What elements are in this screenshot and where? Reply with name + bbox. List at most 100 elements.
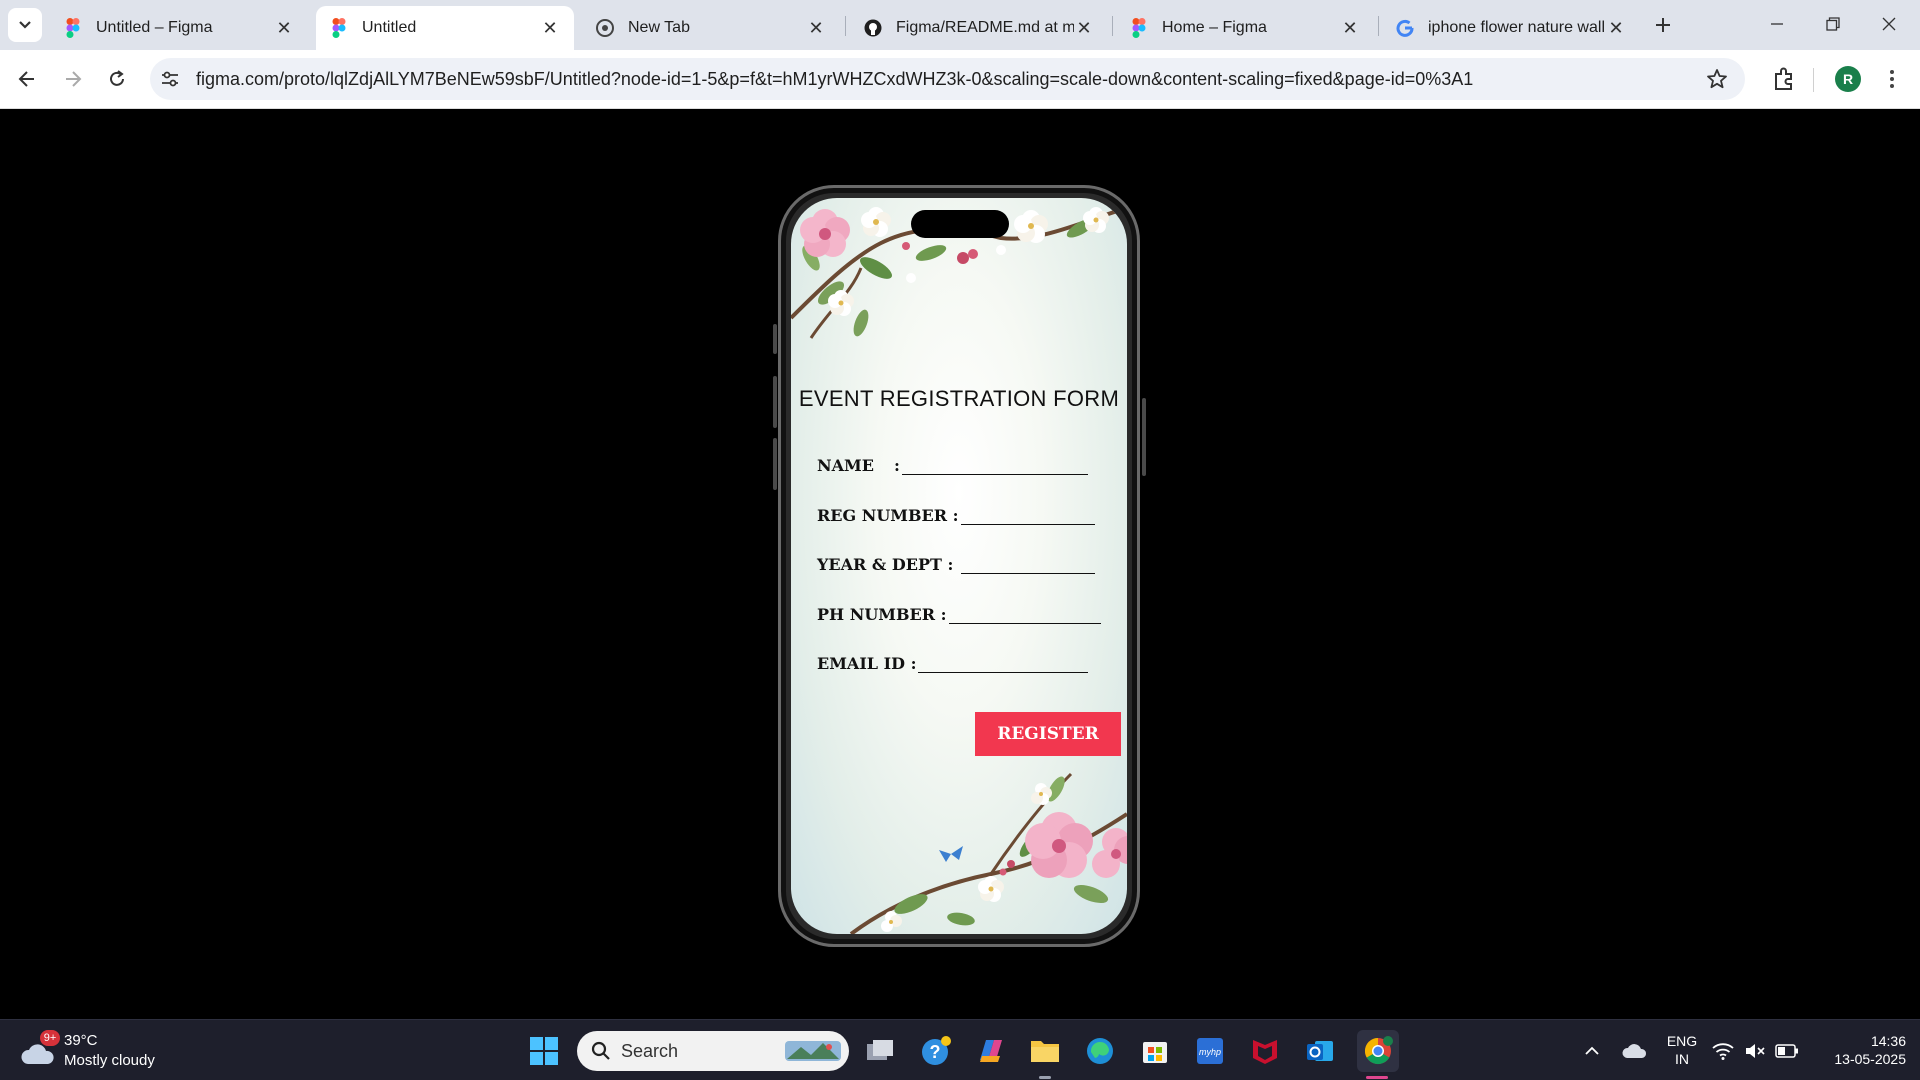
- tab-untitled[interactable]: Untitled ✕: [316, 6, 574, 50]
- field-underline[interactable]: [948, 610, 1101, 624]
- tab-google-search[interactable]: iphone flower nature wallpaper ✕: [1382, 6, 1640, 50]
- language-indicator[interactable]: ENG IN: [1660, 1032, 1704, 1068]
- form-title: EVENT REGISTRATION FORM: [798, 386, 1120, 411]
- tab-title: New Tab: [628, 19, 690, 36]
- phone-side-button: [773, 376, 777, 428]
- url-text[interactable]: figma.com/proto/lqlZdjAlLYM7BeNEw59sbF/U…: [196, 69, 1473, 90]
- close-tab-icon[interactable]: ✕: [540, 18, 560, 38]
- field-separator: :: [947, 555, 954, 574]
- tab-title: Untitled – Figma: [96, 19, 213, 36]
- tab-new-tab[interactable]: New Tab ✕: [582, 6, 840, 50]
- clock-time: 14:36: [1870, 1033, 1906, 1049]
- restore-button[interactable]: [1810, 6, 1856, 42]
- tab-separator: [845, 16, 846, 36]
- plus-icon: [1656, 18, 1670, 32]
- back-button[interactable]: [10, 62, 44, 96]
- minimize-icon: [1771, 23, 1783, 25]
- field-separator: :: [893, 456, 900, 475]
- profile-avatar[interactable]: R: [1835, 66, 1861, 92]
- chrome-taskbar-icon[interactable]: [1357, 1030, 1399, 1072]
- browser-menu-icon[interactable]: [1880, 64, 1904, 94]
- taskbar-search[interactable]: Search: [577, 1031, 849, 1071]
- battery-icon[interactable]: [1772, 1033, 1802, 1069]
- phone-side-button: [773, 438, 777, 490]
- field-underline[interactable]: [960, 560, 1095, 574]
- field-separator: :: [910, 654, 917, 673]
- bookmark-star-icon[interactable]: [1705, 67, 1729, 91]
- tab-title: Home – Figma: [1162, 19, 1267, 36]
- github-icon: [864, 19, 882, 37]
- new-tab-button[interactable]: [1650, 12, 1676, 38]
- file-explorer-icon[interactable]: [1027, 1033, 1063, 1069]
- close-tab-icon[interactable]: ✕: [274, 18, 294, 38]
- field-label: NAME: [817, 456, 874, 475]
- tab-separator: [1378, 16, 1379, 36]
- arrow-right-icon: [66, 71, 82, 87]
- field-label: PH NUMBER: [817, 605, 936, 624]
- microsoft-store-icon[interactable]: [1137, 1033, 1173, 1069]
- search-highlight-image: [785, 1041, 841, 1061]
- show-hidden-icons-chevron-up-icon[interactable]: [1574, 1033, 1610, 1069]
- extensions-puzzle-icon[interactable]: [1770, 64, 1800, 94]
- ph-number-field[interactable]: PH NUMBER :: [817, 605, 1101, 624]
- task-view-icon[interactable]: [862, 1033, 898, 1069]
- help-app-icon[interactable]: ?: [918, 1033, 954, 1069]
- figma-icon: [64, 18, 82, 38]
- dynamic-island: [911, 210, 1009, 238]
- active-app-indicator: [1366, 1076, 1388, 1079]
- field-underline[interactable]: [960, 511, 1095, 525]
- mcafee-icon[interactable]: [1247, 1033, 1283, 1069]
- tab-title: Untitled: [362, 19, 417, 36]
- myhp-icon[interactable]: myhp: [1192, 1033, 1228, 1069]
- search-label: Search: [621, 1041, 679, 1061]
- close-tab-icon[interactable]: ✕: [1340, 18, 1360, 38]
- close-tab-icon[interactable]: ✕: [1606, 18, 1626, 38]
- field-underline[interactable]: [901, 461, 1088, 475]
- outlook-icon[interactable]: [1302, 1033, 1338, 1069]
- iphone-frame: EVENT REGISTRATION FORM NAME: REG NUMBER…: [773, 185, 1146, 947]
- copilot-icon[interactable]: [972, 1033, 1008, 1069]
- clock[interactable]: 14:36 13-05-2025: [1808, 1032, 1912, 1068]
- svg-text:?: ?: [930, 1042, 941, 1062]
- register-button[interactable]: REGISTER: [975, 712, 1121, 756]
- tab-github-readme[interactable]: Figma/README.md at main ✕: [850, 6, 1108, 50]
- tab-separator: [1112, 16, 1113, 36]
- tab-home-figma[interactable]: Home – Figma ✕: [1116, 6, 1374, 50]
- forward-button[interactable]: [56, 62, 90, 96]
- tab-untitled-figma[interactable]: Untitled – Figma ✕: [50, 6, 308, 50]
- start-button[interactable]: [526, 1033, 562, 1069]
- minimize-button[interactable]: [1754, 6, 1800, 42]
- tab-title: Figma/README.md at main: [896, 19, 1074, 36]
- address-bar[interactable]: figma.com/proto/lqlZdjAlLYM7BeNEw59sbF/U…: [150, 58, 1745, 100]
- site-settings-icon[interactable]: [160, 69, 180, 89]
- volume-muted-icon[interactable]: [1740, 1033, 1770, 1069]
- field-label: EMAIL ID: [817, 654, 905, 673]
- email-id-field[interactable]: EMAIL ID :: [817, 654, 1089, 673]
- close-tab-icon[interactable]: ✕: [1074, 18, 1094, 38]
- google-icon: [1396, 19, 1414, 37]
- close-tab-icon[interactable]: ✕: [806, 18, 826, 38]
- weather-condition: Mostly cloudy: [64, 1052, 155, 1069]
- restore-icon: [1826, 17, 1840, 31]
- windows-logo-icon: [530, 1037, 558, 1065]
- running-indicator: [1039, 1076, 1051, 1079]
- name-field[interactable]: NAME:: [817, 456, 1088, 475]
- year-dept-field[interactable]: YEAR & DEPT :: [817, 555, 1095, 574]
- arrow-left-icon: [18, 71, 34, 87]
- wifi-icon[interactable]: [1708, 1033, 1738, 1069]
- edge-icon[interactable]: [1082, 1033, 1118, 1069]
- weather-temperature: 39°C: [64, 1032, 98, 1049]
- tab-search-button[interactable]: [8, 8, 42, 42]
- close-window-button[interactable]: [1866, 6, 1912, 42]
- close-icon: [1882, 17, 1896, 31]
- phone-screen: EVENT REGISTRATION FORM NAME: REG NUMBER…: [791, 198, 1127, 934]
- reload-button[interactable]: [100, 62, 134, 96]
- reg-number-field[interactable]: REG NUMBER :: [817, 506, 1095, 525]
- weather-widget[interactable]: 9+ 39°C Mostly cloudy: [20, 1030, 200, 1072]
- field-underline[interactable]: [918, 659, 1089, 673]
- svg-text:myhp: myhp: [1199, 1047, 1221, 1057]
- onedrive-cloud-icon[interactable]: [1616, 1033, 1652, 1069]
- chevron-down-icon: [19, 21, 31, 29]
- search-icon: [591, 1041, 610, 1060]
- chrome-icon: [596, 19, 614, 37]
